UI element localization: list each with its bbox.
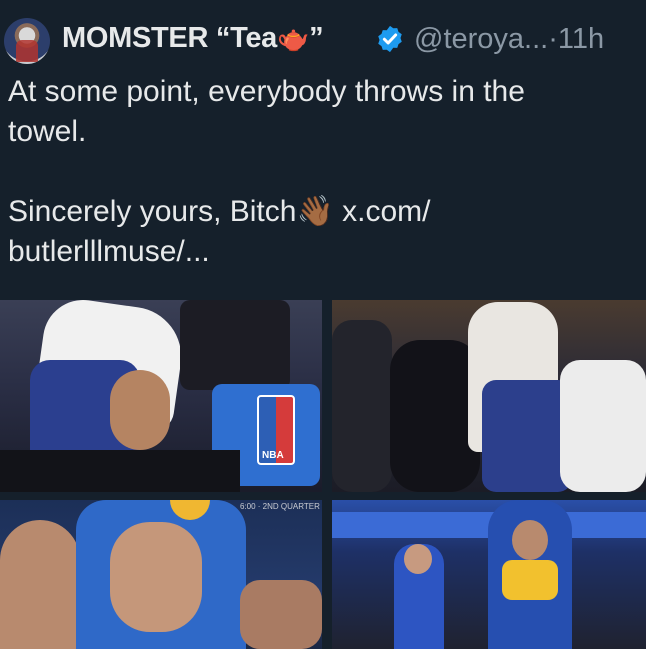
face-shape [110, 522, 202, 632]
hand-shape [240, 580, 322, 649]
waving-hand-icon: 👋🏾 [296, 195, 334, 228]
separator: · [548, 23, 558, 55]
bald-head-shape [0, 520, 80, 649]
photo-2[interactable] [332, 300, 646, 492]
person-left-shape [332, 320, 392, 492]
tweet-link-part-1[interactable]: x.com/ [342, 195, 430, 228]
display-name-text: MOMSTER “Tea [62, 22, 277, 54]
jersey-shape-2 [482, 380, 572, 492]
spectator-shape [180, 300, 290, 390]
tweet-line-2: towel. [8, 115, 87, 148]
display-name[interactable]: MOMSTER “Tea🫖” [62, 22, 324, 55]
timestamp[interactable]: 11h [558, 23, 604, 55]
arm-shape [110, 370, 170, 450]
tweet-line-1: At some point, everybody throws in the [8, 75, 525, 108]
handle[interactable]: @teroya... [414, 23, 548, 55]
tweet-line-3: Sincerely yours, Bitch [8, 195, 297, 228]
person-right-shape [560, 360, 646, 492]
photo-3[interactable]: 6:00 · 2ND QUARTER [0, 500, 322, 649]
person-black-shape [390, 340, 480, 492]
bench-shape [0, 450, 240, 492]
player-face-shape [512, 520, 548, 560]
display-name-suffix: ” [309, 22, 324, 54]
verified-badge-icon [378, 25, 402, 53]
yellow-towel-shape [502, 560, 558, 600]
coach-head-shape [404, 544, 432, 574]
tweet-link-part-2[interactable]: butlerlllmuse/... [8, 235, 210, 268]
media-grid: NBA 6:00 · 2ND QUARTER [0, 300, 646, 649]
photo-1[interactable]: NBA [0, 300, 322, 492]
tweet-header: MOMSTER “Tea🫖” @teroya...·11h [0, 0, 646, 78]
avatar[interactable] [4, 18, 50, 64]
teapot-emoji-icon: 🫖 [277, 23, 310, 53]
tweet-text: At some point, everybody throws in the t… [8, 72, 638, 272]
nba-label: NBA [262, 450, 284, 461]
handle-and-time[interactable]: @teroya...·11h [414, 23, 604, 56]
photo-4[interactable] [332, 500, 646, 649]
broadcast-caption: 6:00 · 2ND QUARTER [240, 502, 320, 511]
